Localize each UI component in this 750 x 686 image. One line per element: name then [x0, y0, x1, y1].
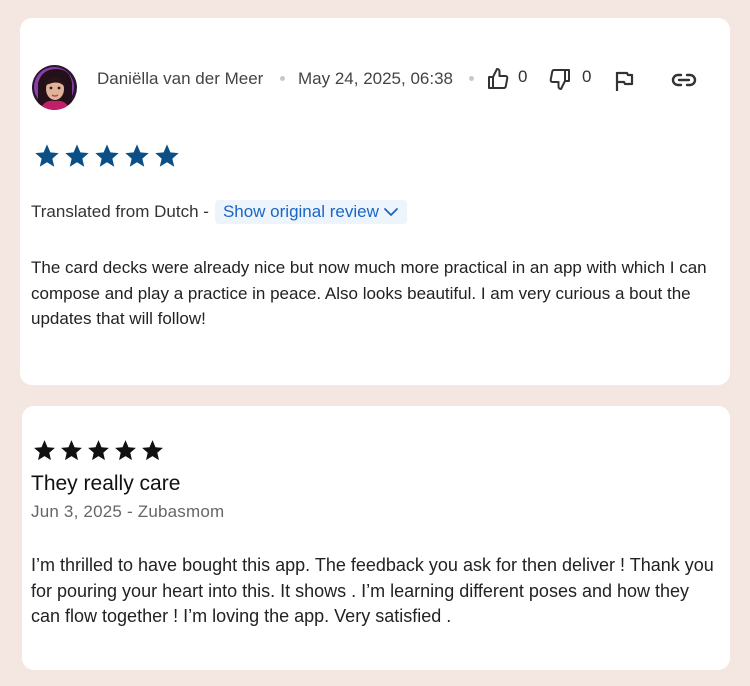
- star-icon: [35, 144, 59, 167]
- star-icon: [65, 144, 89, 167]
- thumbs-up-count: 0: [518, 67, 528, 86]
- separator-dot: [280, 76, 285, 81]
- thumbs-down-icon[interactable]: [548, 67, 572, 96]
- star-icon: [125, 144, 149, 167]
- chevron-down-icon: [383, 208, 398, 216]
- thumbs-up-icon[interactable]: [486, 67, 510, 96]
- separator-dot: [469, 76, 474, 81]
- review-title: They really care: [31, 472, 181, 495]
- star-icon: [88, 440, 109, 461]
- star-icon: [61, 440, 82, 461]
- translated-label: Translated from Dutch -: [31, 202, 209, 221]
- review-meta: Jun 3, 2025 - Zubasmom: [31, 502, 225, 521]
- review-card-2: They really care Jun 3, 2025 - Zubasmom …: [22, 406, 730, 670]
- thumbs-down-count: 0: [582, 67, 592, 86]
- star-icon: [115, 440, 136, 461]
- star-icon: [95, 144, 119, 167]
- flag-icon[interactable]: [612, 69, 636, 98]
- star-icon: [34, 440, 55, 461]
- link-icon[interactable]: [670, 68, 698, 97]
- review-text: I’m thrilled to have bought this app. Th…: [31, 555, 714, 626]
- author-name: Daniëlla van der Meer: [97, 69, 264, 88]
- translation-notice: Translated from Dutch - Show original re…: [31, 200, 407, 224]
- review-text: The card decks were already nice but now…: [31, 258, 707, 328]
- star-rating: [32, 438, 165, 463]
- show-original-button[interactable]: Show original review: [214, 200, 407, 224]
- star-icon: [155, 144, 179, 167]
- avatar[interactable]: [32, 65, 77, 110]
- review-date: May 24, 2025, 06:38: [298, 69, 454, 88]
- star-icon: [142, 440, 163, 461]
- star-rating: [33, 142, 181, 170]
- show-original-label: Show original review: [222, 202, 379, 221]
- review-card-1: Daniëlla van der Meer May 24, 2025, 06:3…: [20, 18, 730, 385]
